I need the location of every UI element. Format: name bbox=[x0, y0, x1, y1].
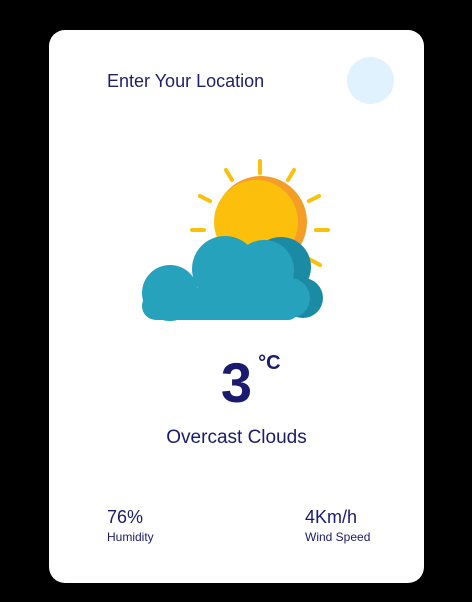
wind-speed-value: 4Km/h bbox=[305, 507, 358, 527]
humidity-stat: 76% Humidity bbox=[107, 507, 154, 544]
wind-speed-label: Wind Speed bbox=[305, 529, 371, 544]
temperature-number: 3 bbox=[220, 351, 253, 414]
wind-stat: 4Km/h Wind Speed bbox=[305, 507, 371, 544]
weather-card: 3 °C Overcast Clouds 76% Humidity 4Km/h … bbox=[49, 30, 424, 583]
temperature-unit: °C bbox=[258, 352, 281, 374]
humidity-value: 76% bbox=[107, 507, 144, 527]
search-button[interactable] bbox=[347, 57, 394, 104]
sun-behind-cloud-icon bbox=[142, 159, 330, 321]
weather-description: Overcast Clouds bbox=[166, 427, 307, 448]
temperature-value: 3 °C bbox=[221, 353, 281, 411]
location-search-input[interactable] bbox=[107, 66, 337, 96]
humidity-label: Humidity bbox=[107, 529, 154, 544]
